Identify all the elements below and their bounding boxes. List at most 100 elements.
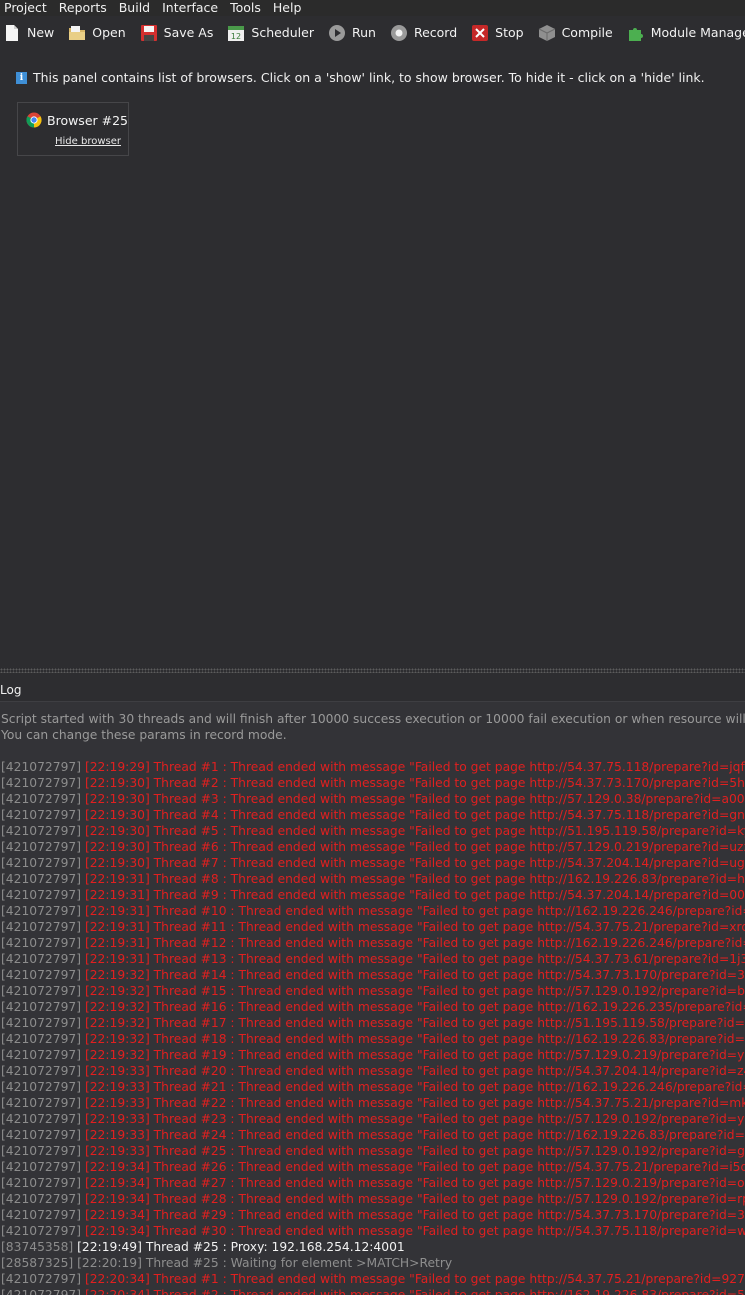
log-line-text: [22:19:32] Thread #15 : Thread ended wit…	[84, 984, 745, 998]
calendar-badge: 12	[231, 32, 241, 41]
scheduler-button[interactable]: 12 Scheduler	[227, 24, 314, 42]
module-manager-button[interactable]: Module Manager	[627, 24, 745, 42]
panel-info-text: This panel contains list of browsers. Cl…	[33, 70, 705, 85]
new-file-icon	[6, 24, 18, 41]
log-line-id: [28587325]	[1, 1256, 74, 1270]
log-line-text: [22:19:31] Thread #9 : Thread ended with…	[84, 888, 745, 902]
log-line-id: [421072797]	[1, 792, 82, 806]
log-line-id: [421072797]	[1, 1288, 82, 1295]
new-button[interactable]: New	[3, 24, 54, 42]
menu-tools[interactable]: Tools	[225, 1, 268, 15]
log-line: [421072797] [22:19:31] Thread #11 : Thre…	[1, 919, 745, 935]
log-line: [421072797] [22:19:34] Thread #30 : Thre…	[1, 1223, 745, 1239]
log-line: [421072797] [22:19:32] Thread #14 : Thre…	[1, 967, 745, 983]
log-line-id: [421072797]	[1, 872, 82, 886]
info-icon: i	[16, 71, 27, 84]
log-line-id: [421072797]	[1, 1224, 82, 1238]
record-button-label: Record	[413, 25, 458, 40]
log-line: [421072797] [22:19:30] Thread #4 : Threa…	[1, 807, 745, 823]
log-title: Log	[0, 683, 22, 697]
menu-interface[interactable]: Interface	[157, 1, 225, 15]
log-line-id: [421072797]	[1, 760, 82, 774]
run-button-label: Run	[351, 25, 376, 40]
log-line-text: [22:19:30] Thread #5 : Thread ended with…	[84, 824, 745, 838]
run-button[interactable]: Run	[328, 24, 376, 42]
save-as-button[interactable]: Save As	[140, 24, 214, 42]
menu-build[interactable]: Build	[114, 1, 157, 15]
hide-browser-link[interactable]: Hide browser	[55, 136, 121, 147]
log-line: [421072797] [22:19:33] Thread #23 : Thre…	[1, 1111, 745, 1127]
log-line: [421072797] [22:20:34] Thread #2 : Threa…	[1, 1287, 745, 1295]
menu-bar: Project Reports Build Interface Tools He…	[0, 0, 745, 16]
menu-reports[interactable]: Reports	[54, 1, 114, 15]
calendar-icon: 12	[228, 25, 245, 41]
log-line-id: [421072797]	[1, 968, 82, 982]
open-folder-icon	[69, 25, 86, 40]
log-line: [421072797] [22:19:31] Thread #9 : Threa…	[1, 887, 745, 903]
log-line: [421072797] [22:19:34] Thread #27 : Thre…	[1, 1175, 745, 1191]
save-as-button-label: Save As	[163, 25, 214, 40]
menu-help[interactable]: Help	[268, 1, 309, 15]
log-line-id: [421072797]	[1, 1176, 82, 1190]
log-line-id: [421072797]	[1, 984, 82, 998]
stop-button-label: Stop	[495, 25, 524, 40]
stop-icon	[472, 24, 489, 41]
log-line-text: [22:19:34] Thread #28 : Thread ended wit…	[84, 1192, 745, 1206]
log-line-id: [421072797]	[1, 936, 82, 950]
log-line: [421072797] [22:19:30] Thread #3 : Threa…	[1, 791, 745, 807]
log-line-id: [421072797]	[1, 1080, 82, 1094]
log-lines: [421072797] [22:19:29] Thread #1 : Threa…	[1, 759, 745, 1295]
log-line-text: [22:19:31] Thread #8 : Thread ended with…	[84, 872, 745, 886]
log-line-text: [22:19:30] Thread #6 : Thread ended with…	[84, 840, 745, 854]
log-line-text: [22:19:30] Thread #7 : Thread ended with…	[84, 856, 745, 870]
log-line: [421072797] [22:19:31] Thread #12 : Thre…	[1, 935, 745, 951]
log-line: [421072797] [22:19:31] Thread #13 : Thre…	[1, 951, 745, 967]
log-line-text: [22:19:34] Thread #29 : Thread ended wit…	[84, 1208, 745, 1222]
log-line: [421072797] [22:19:32] Thread #17 : Thre…	[1, 1015, 745, 1031]
log-line: [421072797] [22:19:31] Thread #8 : Threa…	[1, 871, 745, 887]
new-button-label: New	[27, 25, 55, 40]
log-line: [421072797] [22:19:30] Thread #7 : Threa…	[1, 855, 745, 871]
save-icon	[140, 24, 157, 41]
log-line-id: [421072797]	[1, 920, 82, 934]
log-line-id: [421072797]	[1, 840, 82, 854]
log-line-text: [22:19:33] Thread #23 : Thread ended wit…	[84, 1112, 745, 1126]
record-icon	[390, 24, 407, 41]
log-line-id: [421072797]	[1, 888, 82, 902]
menu-project[interactable]: Project	[0, 1, 54, 15]
log-line: [421072797] [22:19:33] Thread #24 : Thre…	[1, 1127, 745, 1143]
compile-button[interactable]: Compile	[538, 24, 613, 42]
log-info-line-1: Script started with 30 threads and will …	[1, 712, 745, 726]
log-line-text: [22:19:32] Thread #16 : Thread ended wit…	[84, 1000, 745, 1014]
log-line: [421072797] [22:19:33] Thread #21 : Thre…	[1, 1079, 745, 1095]
log-line: [421072797] [22:19:33] Thread #25 : Thre…	[1, 1143, 745, 1159]
log-line-text: [22:19:33] Thread #22 : Thread ended wit…	[84, 1096, 745, 1110]
browser-title-label: Browser #25	[47, 112, 129, 128]
log-line-id: [421072797]	[1, 1096, 82, 1110]
log-line-text: [22:19:30] Thread #2 : Thread ended with…	[84, 776, 745, 790]
open-button[interactable]: Open	[68, 24, 126, 42]
stop-button[interactable]: Stop	[471, 24, 524, 42]
log-line: [421072797] [22:19:29] Thread #1 : Threa…	[1, 759, 745, 775]
log-line: [421072797] [22:19:32] Thread #18 : Thre…	[1, 1031, 745, 1047]
log-line: [421072797] [22:19:33] Thread #20 : Thre…	[1, 1063, 745, 1079]
log-line-text: [22:20:34] Thread #2 : Thread ended with…	[84, 1288, 745, 1295]
record-button[interactable]: Record	[390, 24, 457, 42]
log-line-id: [421072797]	[1, 856, 82, 870]
log-line-text: [22:19:33] Thread #21 : Thread ended wit…	[84, 1080, 745, 1094]
log-line-id: [421072797]	[1, 1144, 82, 1158]
log-line-text: [22:19:33] Thread #25 : Thread ended wit…	[84, 1144, 745, 1158]
log-line: [421072797] [22:19:30] Thread #2 : Threa…	[1, 775, 745, 791]
open-button-label: Open	[92, 25, 126, 40]
log-line-text: [22:19:32] Thread #14 : Thread ended wit…	[84, 968, 745, 982]
log-line: [421072797] [22:19:33] Thread #22 : Thre…	[1, 1095, 745, 1111]
log-line-text: [22:19:34] Thread #27 : Thread ended wit…	[84, 1176, 745, 1190]
log-line-text: [22:19:31] Thread #10 : Thread ended wit…	[84, 904, 745, 918]
log-line-id: [421072797]	[1, 1048, 82, 1062]
panel-info: i This panel contains list of browsers. …	[16, 70, 705, 85]
log-line-id: [421072797]	[1, 776, 82, 790]
log-line-text: [22:19:32] Thread #18 : Thread ended wit…	[84, 1032, 745, 1046]
log-line-text: [22:19:31] Thread #11 : Thread ended wit…	[84, 920, 745, 934]
splitter-handle[interactable]	[0, 668, 745, 673]
log-line-text: [22:20:19] Thread #25 : Waiting for elem…	[77, 1256, 453, 1270]
